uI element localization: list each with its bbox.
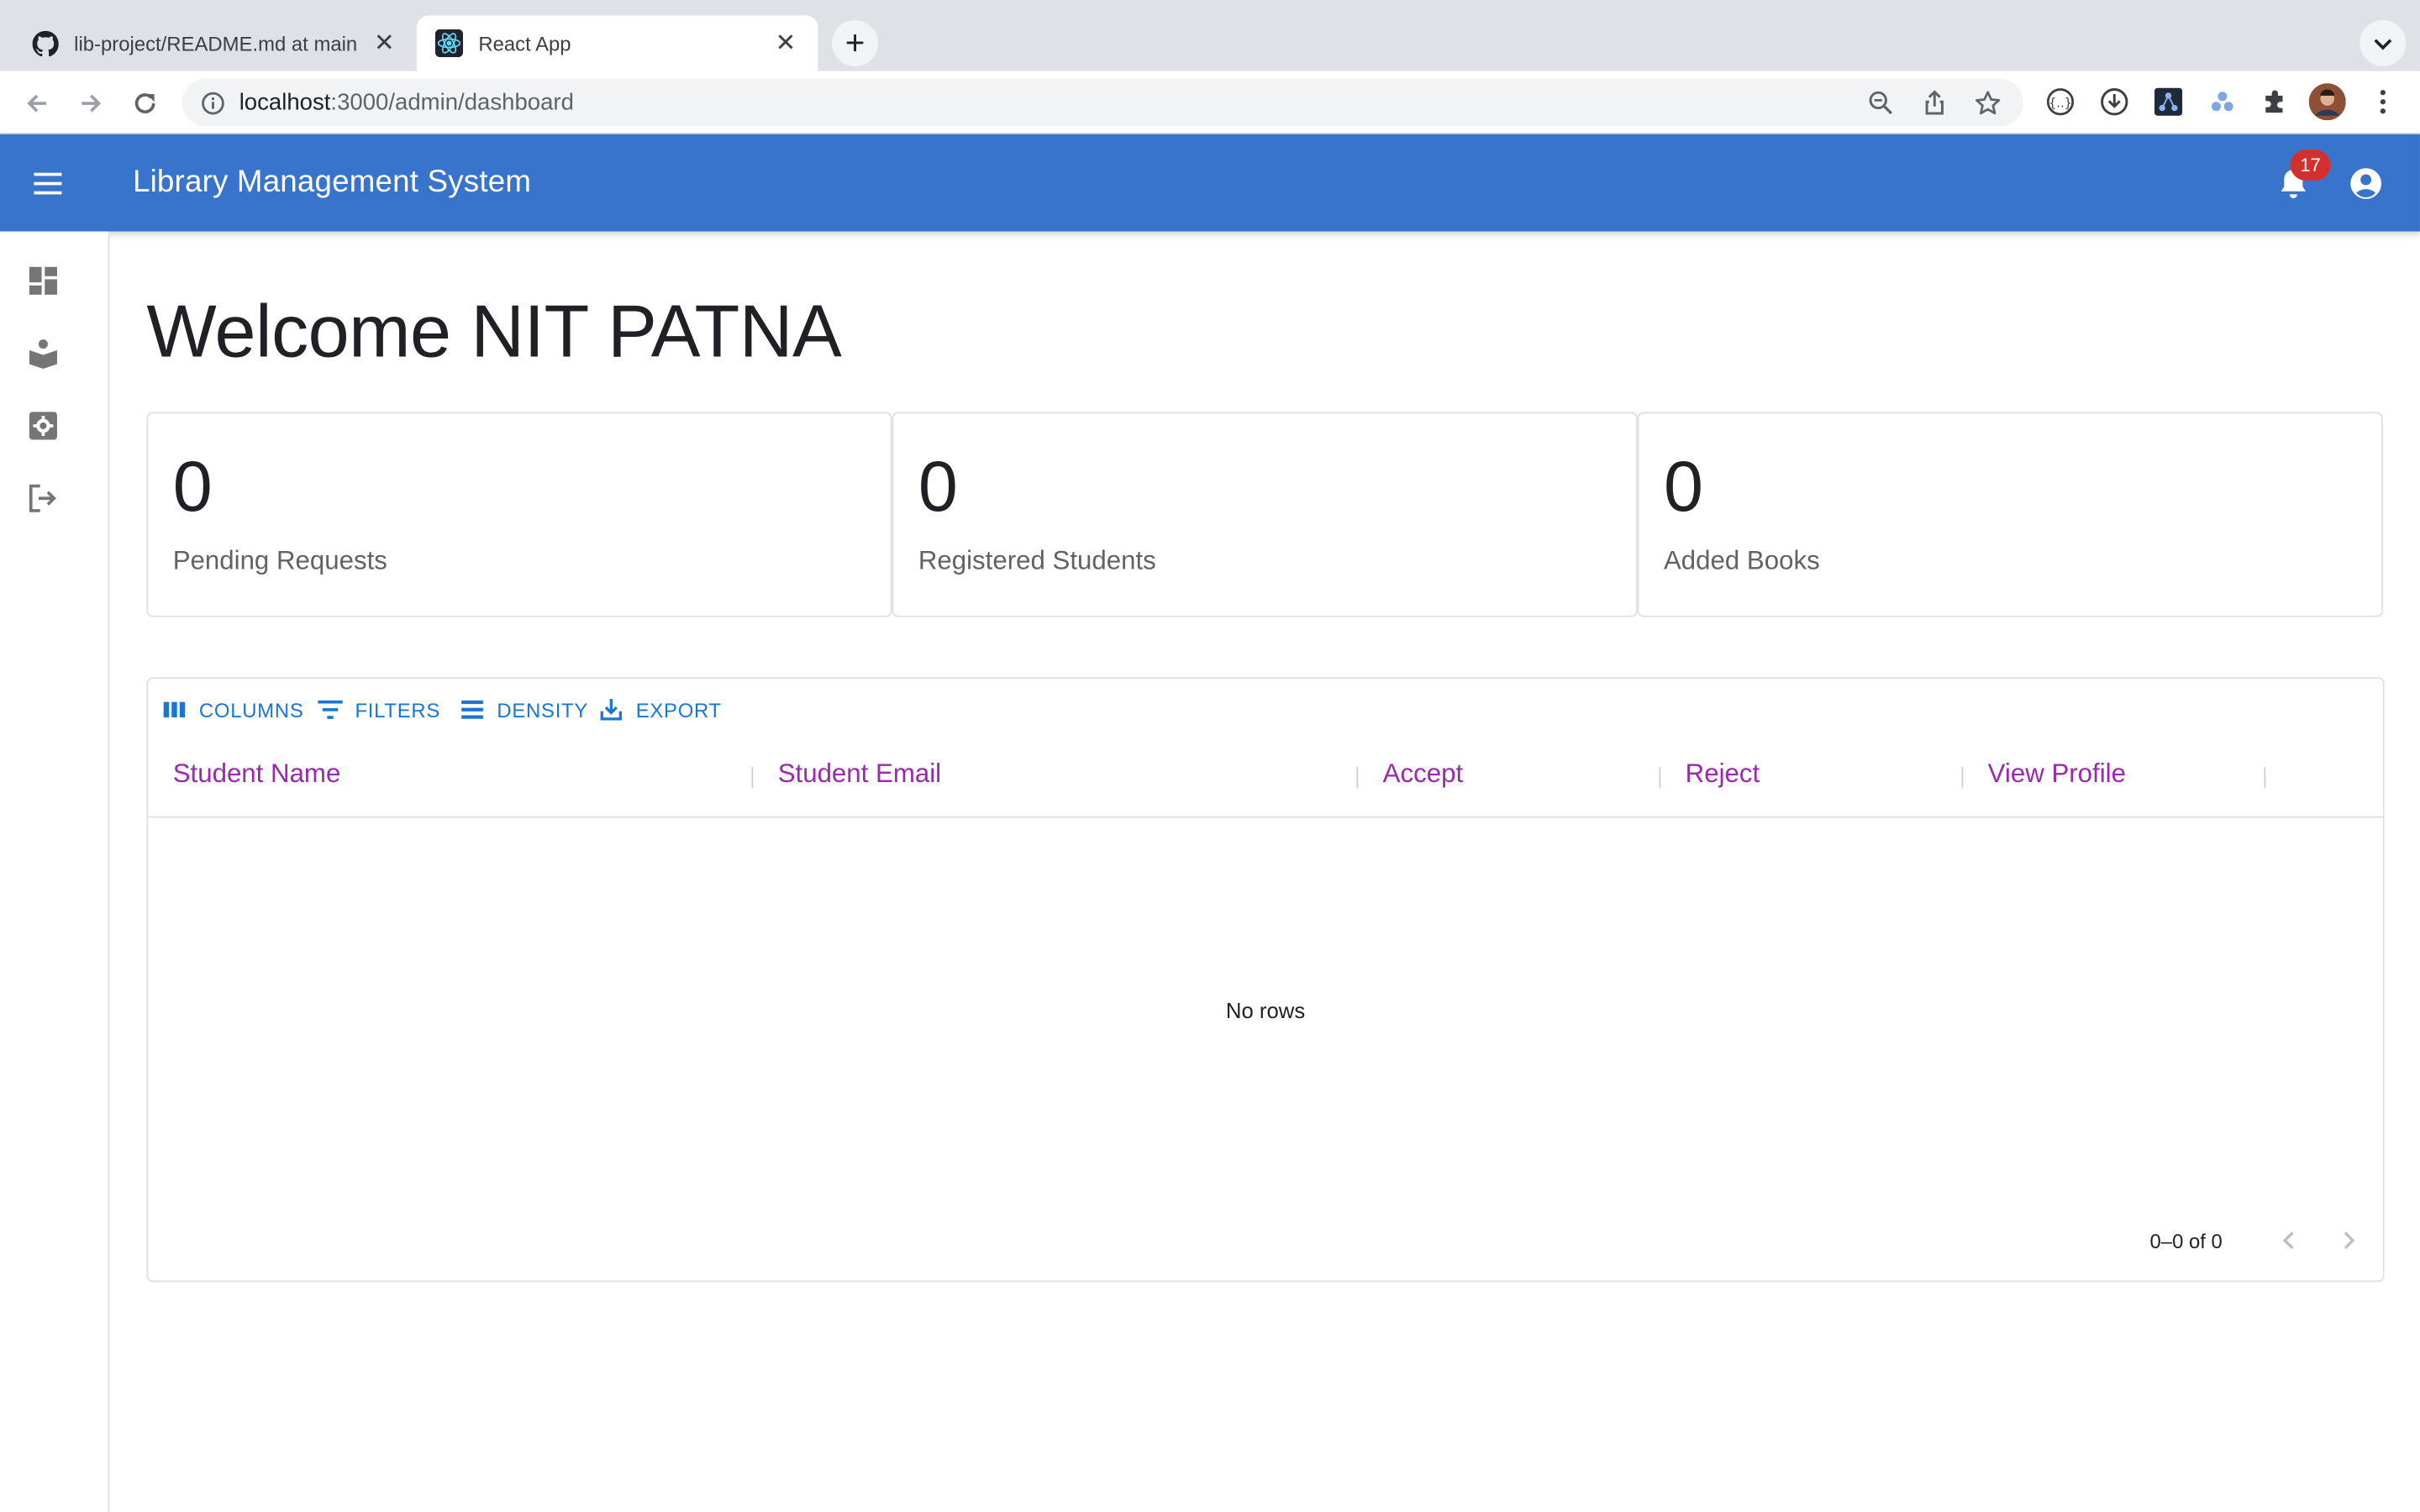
next-page-button[interactable]: [2333, 1225, 2365, 1256]
address-bar[interactable]: localhost:3000/admin/dashboard: [182, 78, 2023, 127]
browser-tab-react-app[interactable]: React App ✕: [416, 15, 818, 71]
tab-search-button[interactable]: [2360, 19, 2407, 66]
extension-download-icon[interactable]: [2096, 83, 2133, 120]
url-path: :3000/admin/dashboard: [330, 89, 574, 116]
stat-card-added-books: 0 Added Books: [1637, 412, 2383, 617]
chevron-down-icon: [2374, 39, 2392, 50]
bookmark-star-icon[interactable]: [1970, 84, 2007, 121]
react-icon: [434, 29, 464, 57]
density-button[interactable]: DENSITY: [458, 697, 588, 722]
menu-icon[interactable]: [28, 164, 68, 204]
close-tab-icon[interactable]: ✕: [771, 29, 799, 57]
url-text: localhost:3000/admin/dashboard: [239, 90, 1861, 116]
extension-graph-icon[interactable]: [2150, 83, 2187, 120]
welcome-heading: Welcome NIT PATNA: [146, 291, 842, 374]
extension-devtools-icon[interactable]: {..}: [2042, 83, 2079, 120]
browser-toolbar: localhost:3000/admin/dashboard {..}: [0, 71, 2420, 134]
book-reader-icon[interactable]: [24, 335, 61, 372]
header-divider: [148, 816, 2383, 818]
svg-text:{..}: {..}: [2049, 97, 2072, 111]
site-info-icon[interactable]: [201, 90, 225, 114]
column-header-view-profile[interactable]: View Profile: [1988, 759, 2126, 790]
stat-label: Pending Requests: [172, 546, 387, 576]
reload-button[interactable]: [125, 83, 166, 123]
logout-icon[interactable]: [24, 480, 61, 517]
forward-button[interactable]: [71, 83, 111, 123]
download-icon: [597, 696, 625, 723]
export-button[interactable]: EXPORT: [597, 697, 722, 722]
tab-title: lib-project/README.md at main: [74, 31, 358, 55]
tab-title: React App: [478, 31, 571, 55]
export-label: EXPORT: [635, 698, 722, 722]
profile-avatar-icon[interactable]: [2308, 83, 2346, 121]
url-host: localhost: [239, 89, 331, 116]
column-header-student-email[interactable]: Student Email: [778, 759, 941, 790]
pagination-range: 0–0 of 0: [2149, 1229, 2223, 1253]
screen: lib-project/README.md at main ✕ React Ap…: [0, 0, 2420, 1512]
side-drawer: [0, 231, 110, 1512]
previous-page-button[interactable]: [2273, 1225, 2304, 1256]
stat-value: 0: [172, 445, 213, 527]
browser-tabstrip: lib-project/README.md at main ✕ React Ap…: [0, 0, 2420, 71]
stat-label: Registered Students: [918, 546, 1156, 576]
stat-label: Added Books: [1663, 546, 1820, 576]
column-header-accept[interactable]: Accept: [1383, 759, 1463, 790]
browser-tab-github[interactable]: lib-project/README.md at main ✕: [13, 15, 417, 71]
new-tab-button[interactable]: +: [831, 19, 879, 66]
arrow-right-icon: [82, 94, 102, 113]
app-title: Library Management System: [132, 165, 532, 199]
column-separator[interactable]: [1659, 766, 1661, 789]
stat-value: 0: [918, 445, 958, 527]
reload-icon: [134, 93, 155, 113]
arrow-left-icon: [27, 94, 47, 113]
github-icon: [31, 29, 59, 57]
share-icon[interactable]: [1915, 84, 1952, 121]
account-circle-icon[interactable]: [2346, 164, 2386, 204]
filters-label: FILTERS: [355, 698, 441, 722]
dashboard-icon[interactable]: [24, 262, 61, 299]
stat-value: 0: [1663, 445, 1703, 527]
columns-button[interactable]: COLUMNS: [160, 697, 303, 722]
notification-badge: 17: [2290, 150, 2331, 181]
column-header-reject[interactable]: Reject: [1686, 759, 1760, 790]
settings-box-icon[interactable]: [24, 407, 61, 444]
stat-card-pending-requests: 0 Pending Requests: [146, 412, 892, 617]
column-separator[interactable]: [1356, 766, 1359, 789]
app-bar: Library Management System: [0, 134, 2420, 232]
column-header-student-name[interactable]: Student Name: [173, 759, 341, 790]
zoom-icon[interactable]: [1861, 84, 1898, 121]
chevron-left-icon: [2282, 1231, 2294, 1250]
extension-cluster-icon[interactable]: [2204, 83, 2241, 120]
requests-data-grid: COLUMNS FILTERS DENSITY EXPORT Student N…: [146, 677, 2385, 1283]
filter-icon: [317, 696, 345, 723]
columns-icon: [160, 696, 188, 723]
density-icon: [458, 696, 486, 723]
close-tab-icon[interactable]: ✕: [371, 29, 398, 57]
browser-menu-icon[interactable]: [2365, 83, 2402, 120]
chevron-right-icon: [2344, 1231, 2355, 1250]
columns-label: COLUMNS: [198, 698, 304, 722]
filters-button[interactable]: FILTERS: [317, 697, 440, 722]
column-separator[interactable]: [2264, 766, 2266, 789]
empty-state-text: No rows: [1225, 998, 1306, 1023]
stat-card-registered-students: 0 Registered Students: [892, 412, 1638, 617]
extensions-puzzle-icon[interactable]: [2256, 83, 2293, 120]
density-label: DENSITY: [497, 698, 589, 722]
back-button[interactable]: [17, 83, 57, 123]
column-separator[interactable]: [1961, 766, 1964, 789]
column-separator[interactable]: [751, 766, 754, 789]
